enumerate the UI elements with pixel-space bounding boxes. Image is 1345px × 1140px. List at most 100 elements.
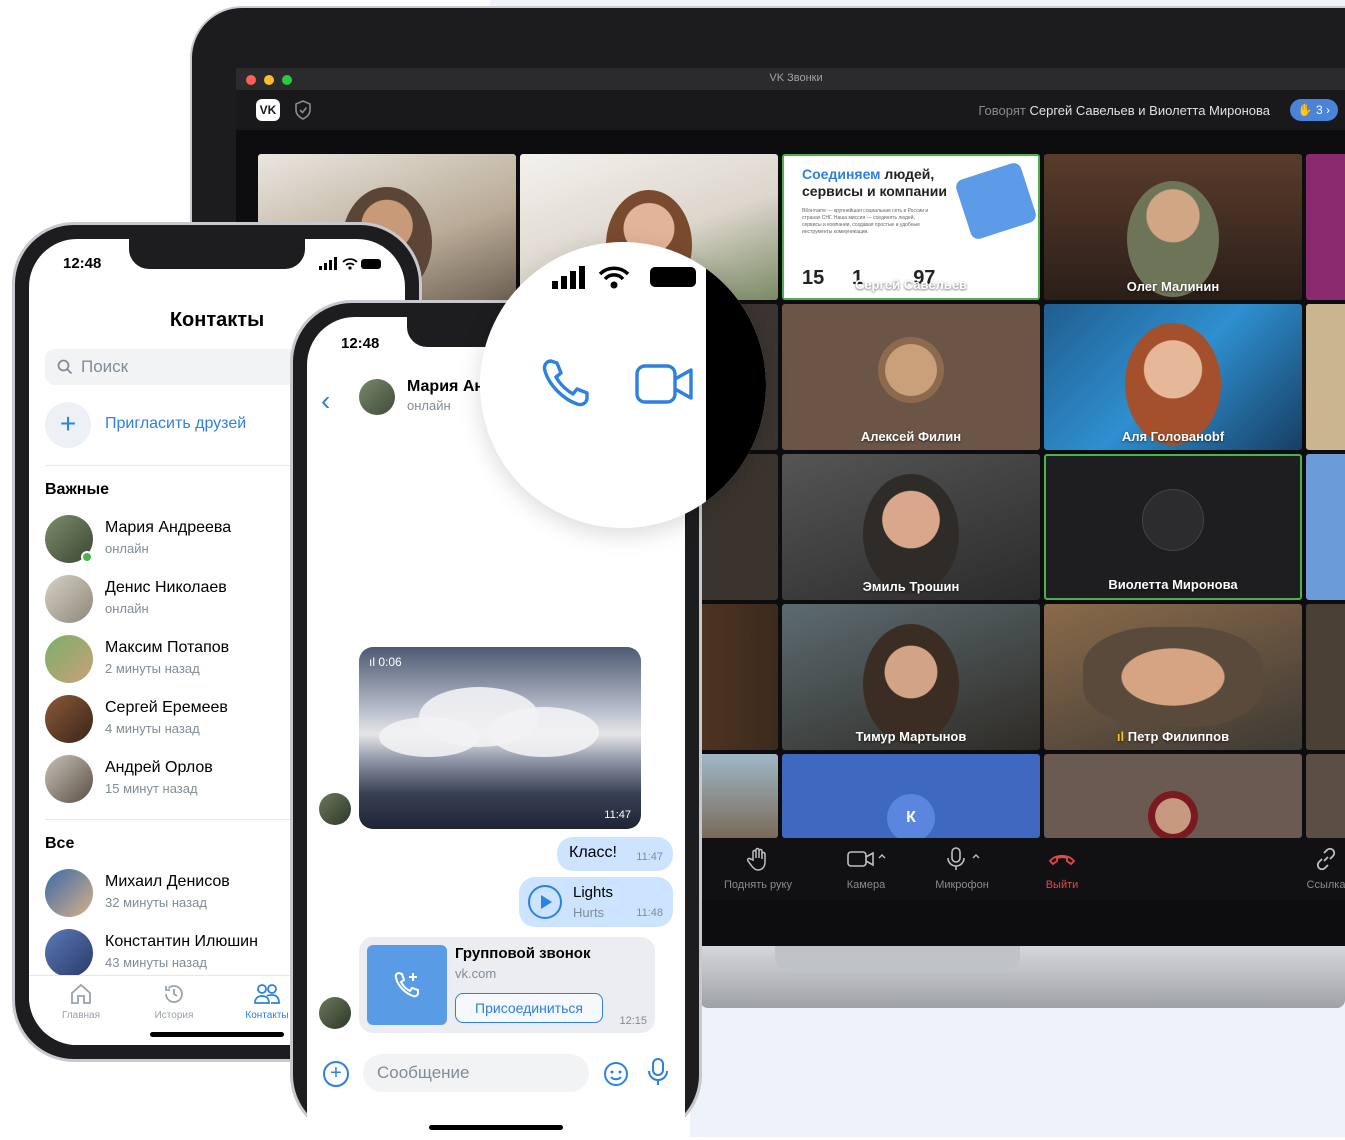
avatar: [45, 929, 93, 977]
contact-name: Константин Илюшин: [105, 933, 258, 950]
video-cloud-shape: [489, 707, 599, 757]
chat-contact-name[interactable]: Мария Ан: [407, 378, 484, 396]
contact-status: 32 минуты назад: [105, 895, 207, 910]
message-input[interactable]: Сообщение: [363, 1054, 589, 1092]
status-time: 12:48: [341, 335, 380, 352]
message-time: 11:47: [636, 851, 663, 863]
participant-name: Тимур Мартынов: [855, 729, 967, 744]
microphone-button[interactable]: Микрофон: [922, 846, 1002, 891]
copy-link-button[interactable]: Ссылка: [1286, 846, 1345, 891]
call-title: Групповой звонок: [455, 945, 591, 962]
participant-avatar: [878, 336, 944, 403]
zoom-dark-edge: [706, 242, 766, 528]
participant-tile[interactable]: Олег Малинин: [1044, 154, 1302, 300]
video-duration: ıl 0:06: [369, 655, 402, 669]
participant-tile[interactable]: [1044, 754, 1302, 838]
home-indicator: [150, 1032, 284, 1037]
join-call-button[interactable]: Присоединиться: [455, 993, 603, 1023]
history-icon: [165, 985, 183, 1003]
contact-name: Сергей Еремеев: [105, 699, 228, 716]
contact-name: Мария Андреева: [105, 519, 232, 536]
call-buttons-zoom: [480, 242, 766, 528]
video-cloud-shape: [379, 717, 479, 757]
screen-share-tile[interactable]: Соединяем людей, сервисы и компании ВКонт…: [782, 154, 1040, 300]
home-icon: [71, 983, 91, 1004]
invite-plus-icon[interactable]: +: [45, 402, 91, 448]
camera-button[interactable]: Камера: [826, 846, 906, 891]
participant-tile[interactable]: [1306, 604, 1345, 750]
contact-name: Максим Потапов: [105, 639, 230, 656]
leave-call-button[interactable]: Выйти: [1022, 846, 1102, 891]
participant-tile[interactable]: [1306, 154, 1345, 300]
audio-message[interactable]: Lights Hurts 11:48: [519, 877, 673, 927]
hand-icon: [746, 847, 766, 871]
participant-name: Сергей Савельев: [854, 277, 968, 292]
sender-avatar: [319, 997, 351, 1029]
invite-friends-button[interactable]: Пригласить друзей: [105, 415, 246, 433]
contact-status: 15 минут назад: [105, 781, 198, 796]
message-text: Класс!: [569, 844, 617, 861]
tab-home[interactable]: Главная: [41, 982, 121, 1021]
participant-avatar: [1148, 791, 1198, 838]
participant-tile-speaking[interactable]: Виолетта Миронова: [1044, 454, 1302, 600]
participant-video: [1125, 323, 1221, 446]
play-icon[interactable]: [527, 884, 563, 920]
participant-video: [863, 624, 959, 745]
tab-history[interactable]: История: [134, 982, 214, 1021]
participant-video: [863, 474, 959, 595]
audio-artist: Hurts: [573, 905, 605, 920]
group-call-card[interactable]: Групповой звонок vk.com Присоединиться 1…: [359, 937, 655, 1033]
contacts-icon: [254, 984, 280, 1004]
participant-tile[interactable]: Тимур Мартынов: [782, 604, 1040, 750]
search-input[interactable]: Поиск: [45, 349, 325, 385]
participant-tile[interactable]: Аля Голованоbf: [1044, 304, 1302, 450]
participant-tile[interactable]: [1306, 304, 1345, 450]
online-indicator: [81, 551, 93, 563]
promo-title: Соединяем людей, сервисы и компании: [802, 166, 947, 199]
participant-name: Аля Голованоbf: [1121, 429, 1225, 444]
participant-avatar: [1142, 488, 1204, 551]
raised-hands-counter[interactable]: ✋ 3 ›: [1289, 99, 1338, 121]
video-time: 11:47: [604, 809, 631, 821]
video-message[interactable]: ıl 0:06 11:47: [359, 647, 641, 829]
message-bubble[interactable]: Класс! 11:47: [557, 837, 673, 871]
participant-tile[interactable]: [1306, 754, 1345, 838]
avatar: [45, 869, 93, 917]
audio-call-icon[interactable]: [538, 356, 594, 412]
promo-text: ВКонтакте — крупнейшая социальная сеть в…: [802, 208, 929, 235]
participant-tile[interactable]: К: [782, 754, 1040, 838]
participant-name: Виолетта Миронова: [1108, 577, 1238, 592]
avatar: [45, 575, 93, 623]
camera-icon: [847, 851, 886, 867]
attach-plus-icon[interactable]: +: [323, 1061, 349, 1087]
window-title: VK Звонки: [769, 72, 823, 84]
participant-tile[interactable]: Алексей Филин: [782, 304, 1040, 450]
link-icon: [1316, 847, 1336, 871]
raise-hand-button[interactable]: Поднять руку: [708, 846, 808, 891]
participant-video: [1083, 627, 1263, 727]
section-important: Важные: [45, 481, 110, 498]
participant-tile[interactable]: [1306, 454, 1345, 600]
status-time: 12:48: [63, 255, 102, 272]
contact-name: Андрей Орлов: [105, 759, 213, 776]
emoji-icon[interactable]: [603, 1061, 629, 1087]
participant-tile[interactable]: Эмиль Трошин: [782, 454, 1040, 600]
shield-icon[interactable]: [294, 100, 312, 120]
back-chevron-icon[interactable]: ‹: [321, 385, 330, 417]
contact-name: Денис Николаев: [105, 579, 227, 596]
participant-name: Олег Малинин: [1126, 279, 1220, 294]
video-call-icon[interactable]: [634, 362, 696, 406]
contact-status: 43 минуты назад: [105, 955, 207, 970]
vk-logo-icon[interactable]: VK: [256, 99, 280, 121]
home-indicator: [429, 1125, 563, 1130]
audio-title: Lights: [573, 884, 614, 901]
contact-name: Михаил Денисов: [105, 873, 230, 890]
participant-tile[interactable]: ıl Петр Филиппов: [1044, 604, 1302, 750]
app-header: VK Говорят Сергей Савельев и Виолетта Ми…: [236, 90, 1345, 130]
message-time: 11:48: [636, 907, 663, 919]
avatar: [45, 635, 93, 683]
avatar: [45, 695, 93, 743]
avatar: [359, 379, 395, 415]
microphone-icon[interactable]: [647, 1057, 669, 1087]
tablet-illustration: [954, 161, 1038, 241]
